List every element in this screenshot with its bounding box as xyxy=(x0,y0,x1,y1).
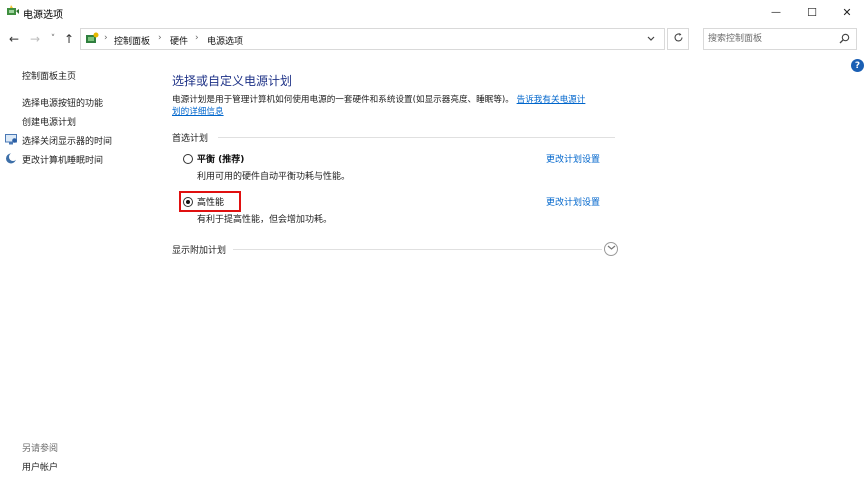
high-performance-change-settings-link[interactable]: 更改计划设置 xyxy=(546,195,600,208)
address-bar[interactable]: › 控制面板 › 硬件 › 电源选项 xyxy=(80,28,665,50)
page-title: 选择或自定义电源计划 xyxy=(172,74,293,88)
sidebar-item-user-accounts[interactable]: 用户帐户 xyxy=(22,460,58,473)
minimize-button[interactable]: — xyxy=(759,0,793,24)
refresh-icon xyxy=(673,32,684,46)
title-bar: 电源选项 — ☐ ✕ xyxy=(0,0,865,24)
preferred-plans-heading: 首选计划 xyxy=(172,134,209,144)
search-icon[interactable] xyxy=(839,33,850,47)
sidebar-item-display-off-time[interactable]: 选择关闭显示器的时间 xyxy=(22,134,112,147)
balanced-plan-radio[interactable] xyxy=(183,154,193,164)
up-arrow-icon[interactable]: ↑ xyxy=(62,32,76,46)
selection-highlight-box xyxy=(179,191,241,212)
refresh-button[interactable] xyxy=(667,28,689,50)
breadcrumb-power-options[interactable]: 电源选项 xyxy=(207,34,243,47)
power-plan-help-link[interactable]: 告诉我有关电源计 xyxy=(517,95,586,105)
control-panel-icon xyxy=(85,32,99,48)
page-description: 电源计划是用于管理计算机如何使用电源的一套硬件和系统设置(如显示器亮度、睡眠等)… xyxy=(172,94,622,118)
address-dropdown-chevron-icon[interactable] xyxy=(646,33,656,45)
description-text: 电源计划是用于管理计算机如何使用电源的一套硬件和系统设置(如显示器亮度、睡眠等)… xyxy=(172,95,514,105)
power-plan-help-link-continued[interactable]: 划的详细信息 xyxy=(172,107,224,117)
balanced-plan-description: 利用可用的硬件自动平衡功耗与性能。 xyxy=(197,172,351,182)
see-also-heading: 另请参阅 xyxy=(22,444,59,454)
divider xyxy=(218,137,615,138)
breadcrumb-separator: › xyxy=(195,33,199,43)
maximize-button[interactable]: ☐ xyxy=(795,0,829,24)
search-input[interactable] xyxy=(708,32,832,46)
additional-plans-heading[interactable]: 显示附加计划 xyxy=(172,243,226,256)
sidebar-item-power-button[interactable]: 选择电源按钮的功能 xyxy=(22,96,103,109)
close-icon: ✕ xyxy=(842,5,852,19)
help-icon[interactable]: ? xyxy=(851,59,864,72)
navigation-bar: ← → ˅ ↑ › 控制面板 › 硬件 › 电源选项 xyxy=(0,26,865,54)
maximize-icon: ☐ xyxy=(807,5,817,19)
divider xyxy=(233,249,602,250)
sidebar-item-control-panel-home[interactable]: 控制面板主页 xyxy=(22,69,76,82)
balanced-change-settings-link[interactable]: 更改计划设置 xyxy=(546,152,600,165)
close-button[interactable]: ✕ xyxy=(830,0,864,24)
high-performance-plan-description: 有利于提高性能，但会增加功耗。 xyxy=(197,215,333,225)
sidebar-item-create-plan[interactable]: 创建电源计划 xyxy=(22,115,76,128)
breadcrumb-separator: › xyxy=(158,33,162,43)
window-title: 电源选项 xyxy=(23,10,63,21)
breadcrumb-hardware[interactable]: 硬件 xyxy=(170,34,188,47)
sidebar-item-sleep-time[interactable]: 更改计算机睡眠时间 xyxy=(22,153,103,166)
power-options-icon xyxy=(6,5,20,18)
display-monitor-icon xyxy=(5,134,17,148)
search-box[interactable] xyxy=(703,28,857,50)
back-arrow-icon[interactable]: ← xyxy=(7,32,21,46)
sleep-moon-icon xyxy=(5,153,17,167)
minimize-icon: — xyxy=(771,6,781,18)
chevron-down-icon xyxy=(607,244,616,254)
breadcrumb-control-panel[interactable]: 控制面板 xyxy=(114,34,150,47)
forward-arrow-icon[interactable]: → xyxy=(28,32,42,46)
recent-locations-chevron-icon[interactable]: ˅ xyxy=(46,32,60,46)
breadcrumb-separator: › xyxy=(104,33,108,43)
expand-additional-plans-button[interactable] xyxy=(604,242,618,256)
balanced-plan-name[interactable]: 平衡 (推荐) xyxy=(197,152,244,165)
